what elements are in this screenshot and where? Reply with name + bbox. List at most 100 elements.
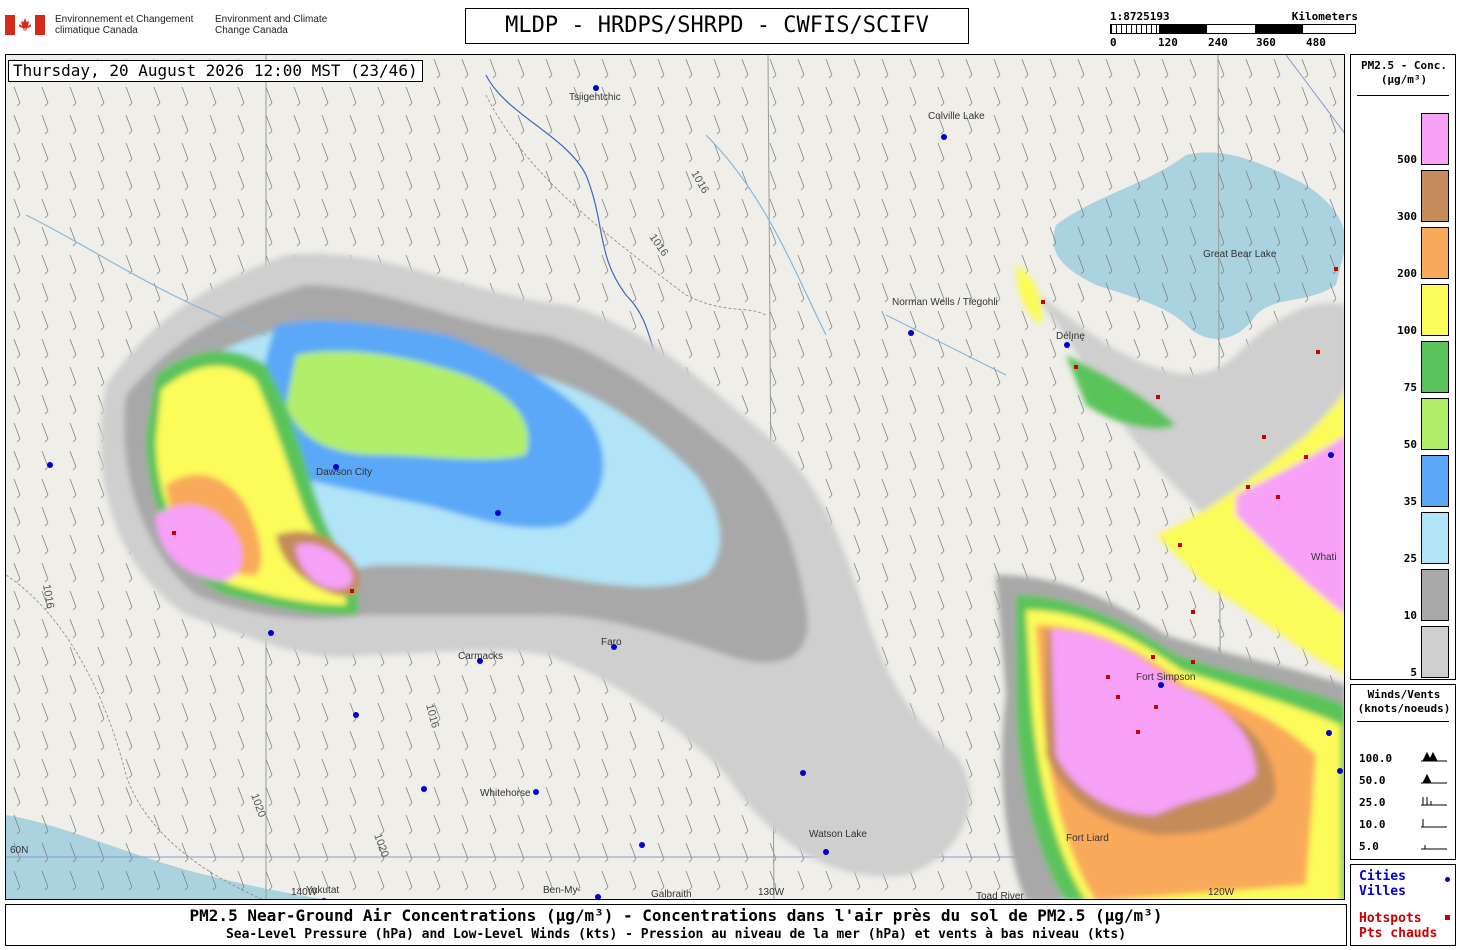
map-svg: 1016 1016 1016 1016 1020 1020 130W 120W … [6, 55, 1344, 900]
legend-title-line: PM2.5 - Conc. [1360, 59, 1448, 72]
hotspot [1191, 610, 1195, 614]
wind-speed-label: 5.0 [1359, 840, 1379, 853]
concentration-legend: PM2.5 - Conc. (µg/m³) 500 300 200 100 75 50 35… [1350, 54, 1456, 680]
legend-level-label: 300 [1397, 210, 1417, 223]
legend-swatch-500 [1421, 113, 1449, 165]
wind-barb-10-icon [1421, 819, 1447, 828]
legend-swatch-10 [1421, 569, 1449, 621]
hotspot [1074, 365, 1078, 369]
wind-speed-label: 50.0 [1359, 774, 1386, 787]
city-dot [941, 134, 947, 140]
legend-swatch-200 [1421, 227, 1449, 279]
legend-level-label: 75 [1403, 381, 1417, 394]
hotspot [1154, 705, 1158, 709]
legend-swatch-50 [1421, 398, 1449, 450]
hotspot [1178, 543, 1182, 547]
villes-label: Villes [1359, 884, 1406, 899]
place-label: Faro [601, 637, 622, 648]
hotspot [1191, 660, 1195, 664]
place-label: Colville Lake [928, 111, 985, 122]
eccc-logo: Environnement et Changement climatique C… [5, 12, 335, 42]
legend-swatch-75 [1421, 341, 1449, 393]
map-canvas[interactable]: 1016 1016 1016 1016 1020 1020 130W 120W … [5, 54, 1345, 900]
legend-title: Winds/Vents (knots/noeuds) [1351, 688, 1457, 716]
city-dot-icon [1445, 877, 1450, 882]
scale-tick: 480 [1306, 36, 1326, 49]
legend-swatch-100 [1421, 284, 1449, 336]
pts-chauds-label: Pts chauds [1359, 926, 1438, 941]
gov-name-en: Environment and Climate Change Canada [215, 14, 328, 36]
hotspot [1276, 495, 1280, 499]
place-label: Norman Wells / Tlegohli [892, 297, 998, 308]
caption-box: PM2.5 Near-Ground Air Concentrations (µg… [5, 904, 1347, 946]
place-label: Tsiigehtchic [569, 92, 621, 103]
scale-tick: 360 [1256, 36, 1276, 49]
legend-swatch-25 [1421, 512, 1449, 564]
city-dot [268, 630, 274, 636]
legend-level-label: 100 [1397, 324, 1417, 337]
longitude-label: 120W [1208, 887, 1235, 898]
city-dot [595, 894, 601, 899]
longitude-label: 130W [758, 887, 785, 898]
wind-legend: Winds/Vents (knots/noeuds) 100.0 50.0 25… [1350, 684, 1456, 860]
cities-label: Cities [1359, 869, 1406, 884]
hotspot [1334, 267, 1338, 271]
legend-level-label: 50 [1403, 438, 1417, 451]
legend-title: PM2.5 - Conc. (µg/m³) [1351, 59, 1457, 87]
hotspot [172, 531, 176, 535]
legend-title-line: Winds/Vents [1367, 688, 1441, 701]
scale-tick: 120 [1158, 36, 1178, 49]
wind-speed-label: 100.0 [1359, 752, 1393, 765]
legend-level-label: 500 [1397, 153, 1417, 166]
hotspot [350, 589, 354, 593]
scale-bar-graphic [1110, 24, 1356, 34]
gov-name-fr: Environnement et Changement climatique C… [55, 14, 194, 36]
city-dot [639, 842, 645, 848]
hotspot [1246, 485, 1250, 489]
latitude-label: 60N [10, 845, 28, 856]
city-dot [823, 849, 829, 855]
city-dot [1326, 730, 1332, 736]
wind-barb-25-icon [1421, 797, 1447, 806]
city-dot [421, 786, 427, 792]
place-label: Whitehorse [480, 788, 531, 799]
place-label: Watson Lake [809, 829, 867, 840]
place-label: Fort Liard [1066, 833, 1109, 844]
hotspots-label: Hotspots [1359, 911, 1422, 926]
scale-tick: 240 [1208, 36, 1228, 49]
city-dot [1064, 342, 1070, 348]
scale-ratio: 1:8725193 [1110, 10, 1170, 23]
caption-secondary: Sea-Level Pressure (hPa) and Low-Level W… [225, 927, 1127, 942]
hotspot [1262, 435, 1266, 439]
hotspot [1156, 395, 1160, 399]
place-label: Yakutat [306, 885, 339, 896]
place-label: Ben-My- [543, 885, 581, 896]
legend-swatch-35 [1421, 455, 1449, 507]
wind-speed-label: 10.0 [1359, 818, 1386, 831]
wind-barb-50-icon [1421, 773, 1447, 784]
legend-swatch-300 [1421, 170, 1449, 222]
hotspot [1106, 675, 1110, 679]
scale-units: Kilometers [1291, 10, 1358, 23]
legend-title-unit: (µg/m³) [1380, 73, 1428, 86]
city-dot [800, 770, 806, 776]
scale-bar: 1:8725193 Kilometers 0 120 240 360 480 [1110, 10, 1358, 50]
symbols-legend: Cities Villes Hotspots Pts chauds [1350, 864, 1456, 946]
wind-barb-100-icon [1421, 751, 1447, 762]
city-dot [1328, 452, 1334, 458]
hotspot [1116, 695, 1120, 699]
place-label: Great Bear Lake [1203, 249, 1277, 260]
legend-level-label: 25 [1403, 552, 1417, 565]
place-label: Galbraith [651, 889, 692, 900]
hotspot-square-icon [1445, 915, 1450, 920]
legend-divider [1357, 95, 1449, 96]
caption-primary: PM2.5 Near-Ground Air Concentrations (µg… [189, 906, 1163, 925]
scale-tick: 0 [1110, 36, 1117, 49]
map-title: MLDP - HRDPS/SHRPD - CWFIS/SCIFV [465, 8, 969, 44]
legend-title-unit: (knots/noeuds) [1357, 702, 1451, 715]
canada-flag-icon [5, 15, 45, 35]
hotspot [1151, 655, 1155, 659]
place-label: Fort Simpson [1136, 672, 1195, 683]
hotspot [1136, 730, 1140, 734]
city-dot [353, 712, 359, 718]
